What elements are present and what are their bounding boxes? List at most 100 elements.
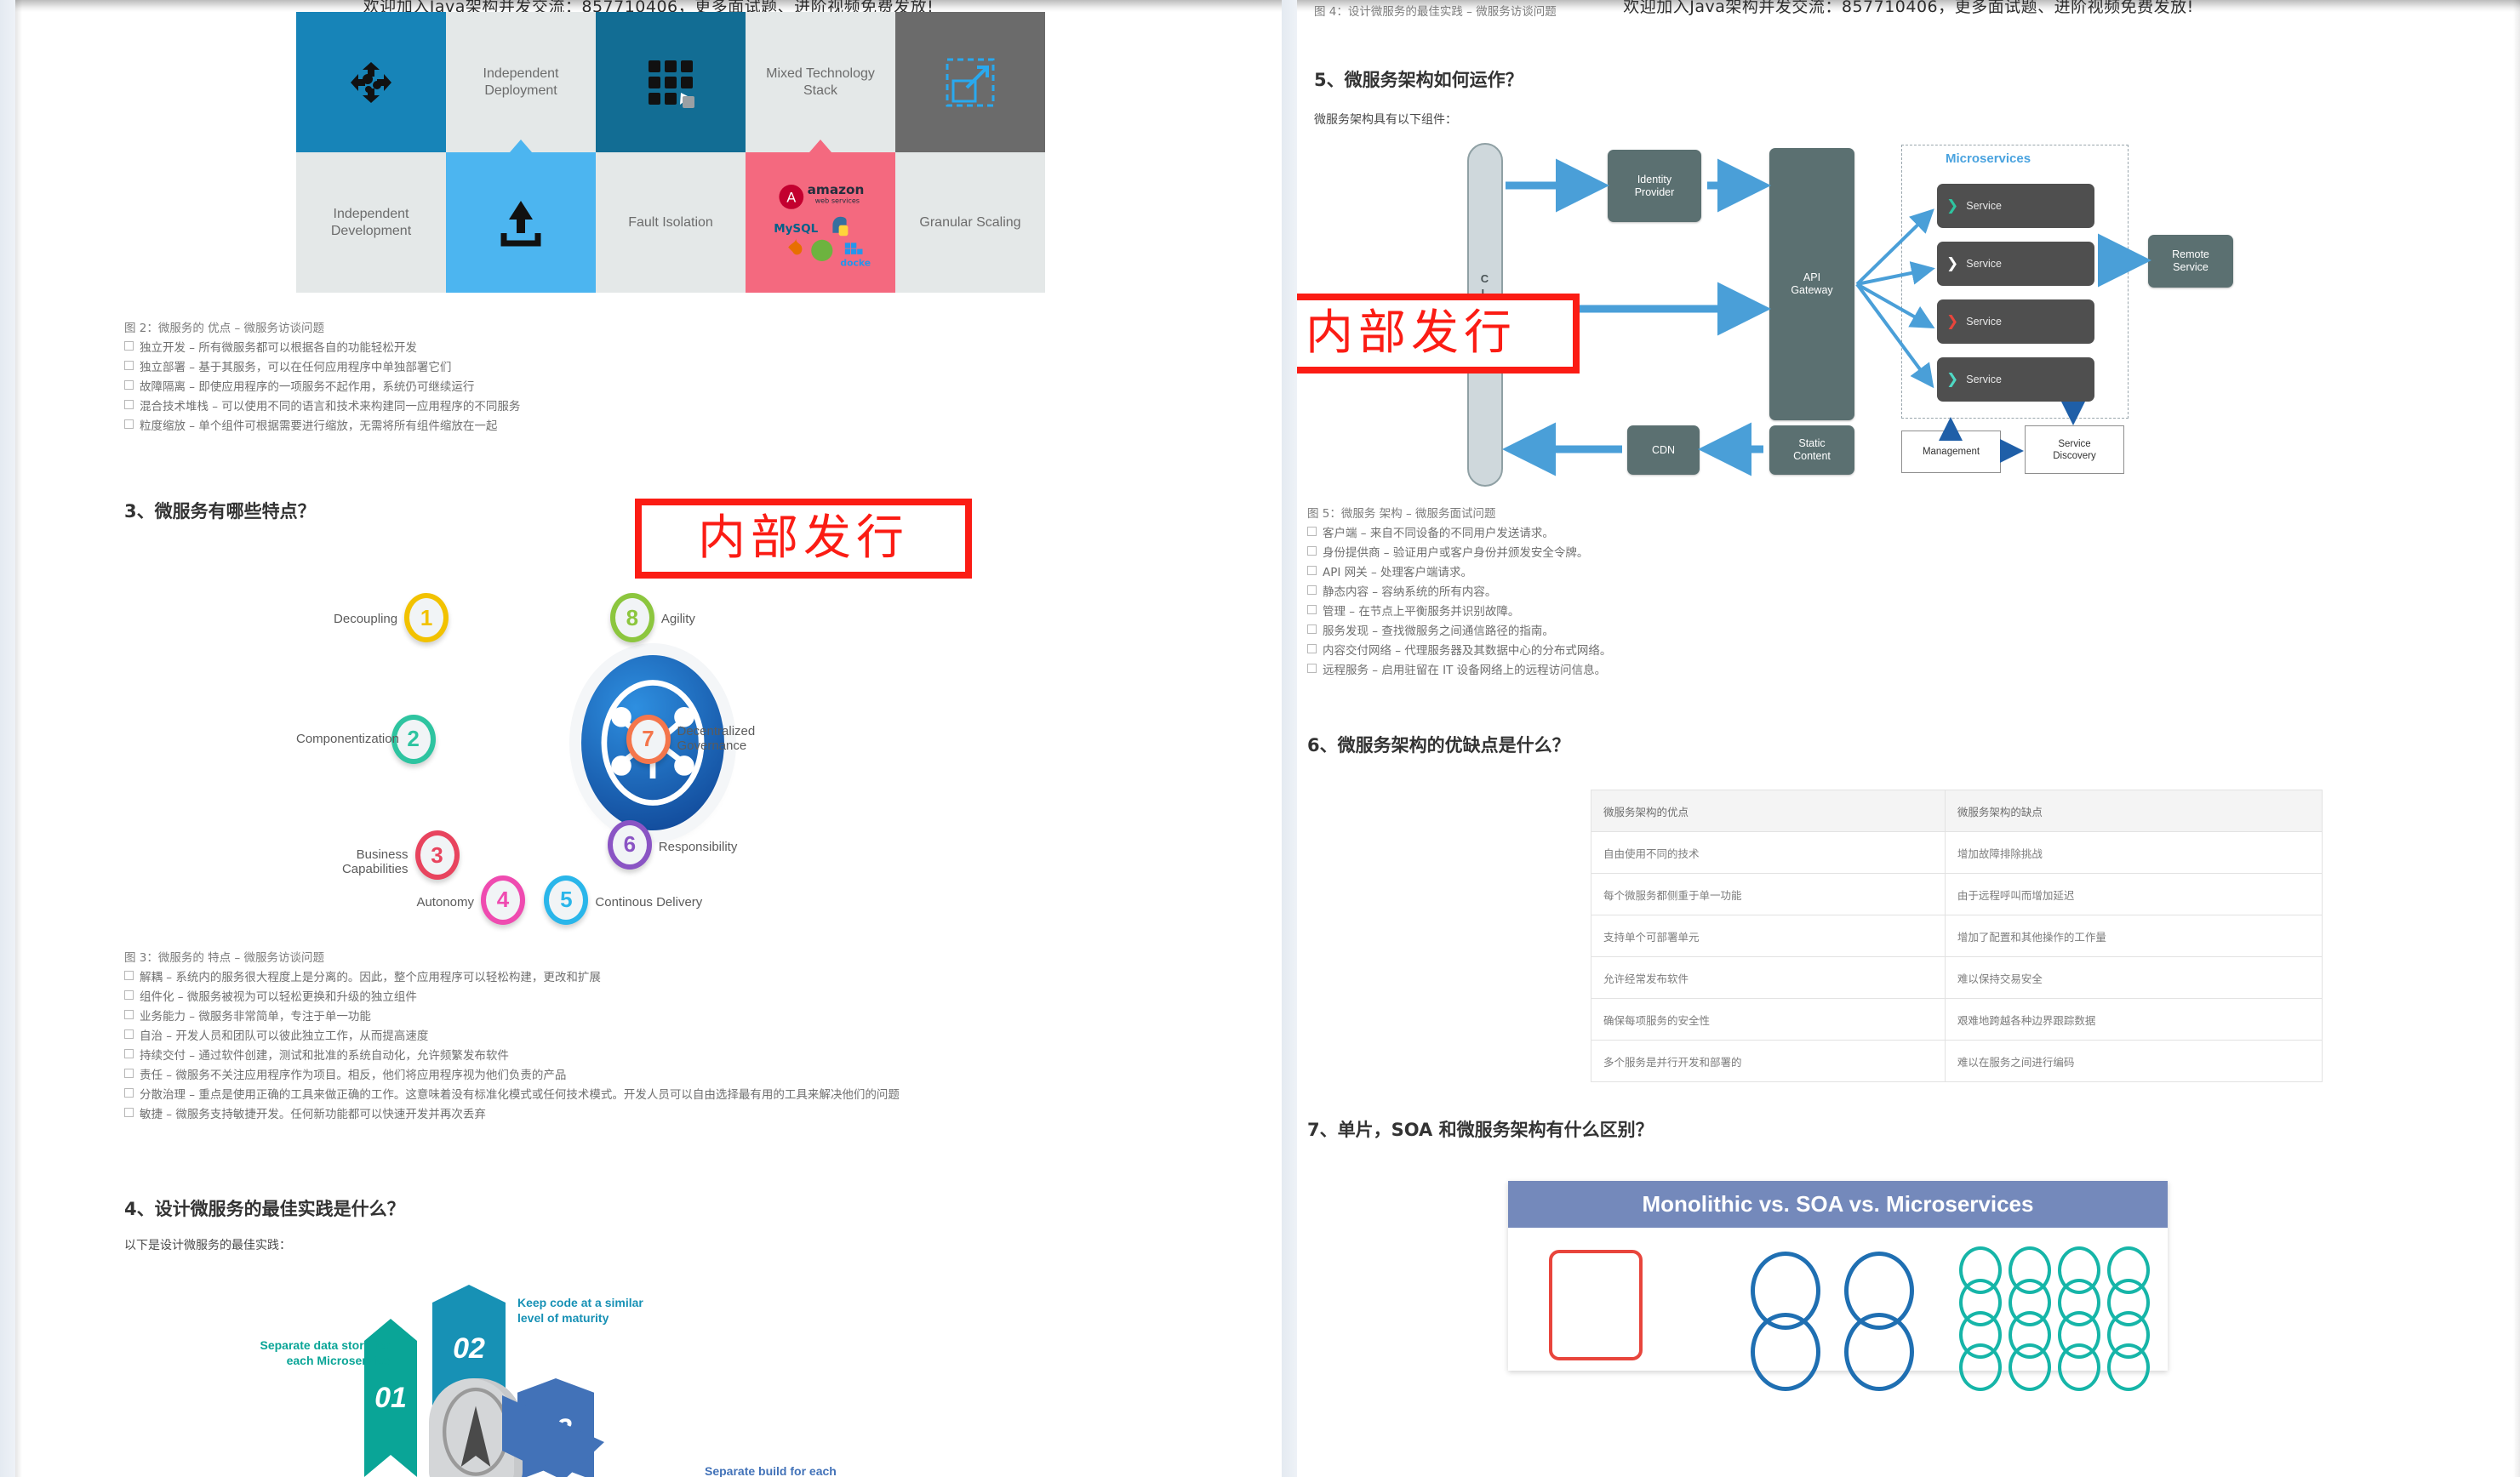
table-cell: 增加故障排除挑战 <box>1944 831 2323 874</box>
bullet-square-icon <box>124 1069 134 1078</box>
bullet-square-icon <box>1307 566 1317 575</box>
table-cell: 难以在服务之间进行编码 <box>1944 1040 2323 1082</box>
api-gateway-node: API Gateway <box>1769 148 1854 420</box>
fig5-caption-title: 图 5：微服务 架构 – 微服务面试问题 <box>1307 507 1496 521</box>
static-content-node: Static Content <box>1769 425 1854 475</box>
recycle-gears-icon <box>351 61 391 103</box>
fig2-caption-title: 图 2：微服务的 优点 – 微服务访谈问题 <box>124 322 325 335</box>
bullet-square-icon <box>124 1049 134 1058</box>
bullet-square-icon <box>124 419 134 429</box>
characteristic-label: Componentization <box>296 732 399 746</box>
question-7-heading: 7、单片，SOA 和微服务架构有什么区别？ <box>1307 1120 1654 1140</box>
bullet-square-icon <box>124 361 134 370</box>
service-discovery-node: Service Discovery <box>2025 425 2124 474</box>
static-content-node-label: Static Content <box>1793 437 1831 462</box>
bullet-square-icon <box>1307 585 1317 595</box>
table-row: 支持单个可部署单元 增加了配置和其他操作的工作量 <box>1591 915 2323 957</box>
caption-bullet-label: 持续交付 – 通过软件创建，测试和批准的系统自动化，允许频繁发布软件 <box>140 1049 509 1063</box>
characteristic-label: Agility <box>660 611 695 626</box>
caption-bullet-label: API 网关 – 处理客户端请求。 <box>1323 566 1472 579</box>
characteristic-number-badge: 7 <box>626 714 671 764</box>
caption-bullet-label: 粒度缩放 – 单个组件可根据需要进行缩放，无需将所有组件缩放在一起 <box>140 419 498 433</box>
table-cell: 支持单个可部署单元 <box>1591 915 1946 957</box>
table-cell: 艰难地跨越各种边界跟踪数据 <box>1944 998 2323 1041</box>
caption-bullet-label: 管理 – 在节点上平衡服务并识别故障。 <box>1323 605 1520 619</box>
page-left: 欢迎加入Java架构并发交流：857710406，更多面试题、进阶视频免费发放!… <box>15 0 1282 1477</box>
characteristic-number: 5 <box>560 887 573 913</box>
caption-bullet: 客户端 – 来自不同设备的不同用户发送请求。 <box>1307 524 1611 544</box>
benefit-icon-cell <box>296 12 446 165</box>
caption-bullet: 服务发现 – 查找微服务之间通信路径的指南。 <box>1307 622 1611 642</box>
table-cell: 每个微服务都侧重于单一功能 <box>1591 873 1946 915</box>
page-left-shadow <box>15 0 22 1477</box>
caption-bullet: 责任 – 微服务不关注应用程序作为项目。相反，他们将应用程序视为他们负责的产品 <box>124 1066 900 1086</box>
grid-drag-icon <box>649 60 694 108</box>
bullet-square-icon <box>124 341 134 351</box>
pros-cons-table: 微服务架构的优点 微服务架构的缺点 自由使用不同的技术 增加故障排除挑战 每个微服务都侧… <box>1591 790 2323 1082</box>
characteristic-number: 1 <box>420 604 433 630</box>
scale-arrow-icon <box>946 58 995 106</box>
characteristic-number: 2 <box>407 726 420 752</box>
soa-unit <box>1844 1313 1914 1391</box>
fig3-caption-title: 图 3：微服务的 特点 – 微服务访谈问题 <box>124 951 325 965</box>
bullet-square-icon <box>124 1108 134 1117</box>
caption-bullet-label: 身份提供商 – 验证用户或客户身份并颁发安全令牌。 <box>1323 546 1589 560</box>
caption-bullet: 解耦 – 系统内的服务很大程度上是分离的。因此，整个应用程序可以轻松构建，更改和… <box>124 968 900 988</box>
benefit-label: Independent Deployment <box>483 66 559 98</box>
microservice-unit <box>2107 1343 2150 1391</box>
table-column-header: 微服务架构的优点 <box>1591 790 1946 832</box>
client-letter: C <box>1480 272 1490 285</box>
service-node-label: Service <box>1966 374 2002 385</box>
caption-bullet-label: 组件化 – 微服务被视为可以轻松更换和升级的独立组件 <box>140 990 417 1004</box>
characteristic-number: 7 <box>642 726 654 752</box>
caption-bullet-label: 自治 – 开发人员和团队可以彼此独立工作，从而提高速度 <box>140 1029 429 1043</box>
characteristic-number: 3 <box>431 841 443 868</box>
document-viewer: 欢迎加入Java架构并发交流：857710406，更多面试题、进阶视频免费发放!… <box>0 0 2520 1477</box>
caption-bullet: 内容交付网络 – 代理服务器及其数据中心的分布式网络。 <box>1307 642 1611 661</box>
fig3-caption-block: 图 3：微服务的 特点 – 微服务访谈问题 解耦 – 系统内的服务很大程度上是分… <box>124 949 900 1125</box>
characteristic-label: Autonomy <box>416 895 474 910</box>
caption-bullet: 远程服务 – 启用驻留在 IT 设备网络上的远程访问信息。 <box>1307 661 1611 681</box>
internal-release-stamp-right: 内部发行 <box>1297 294 1580 374</box>
table-cell: 增加了配置和其他操作的工作量 <box>1944 915 2323 957</box>
best-practices-graphic: 01 Separate data store for each Microserv… <box>260 1268 1028 1477</box>
cdn-node-label: CDN <box>1651 443 1676 456</box>
bullet-square-icon <box>124 400 134 409</box>
mono-graphic-body <box>1508 1228 2168 1391</box>
page-right-shadow <box>2513 0 2520 1477</box>
table-cell: 难以保持交易安全 <box>1944 956 2323 999</box>
caption-bullet: 身份提供商 – 验证用户或客户身份并颁发安全令牌。 <box>1307 544 1611 563</box>
remote-service-node: Remote Service <box>2148 235 2233 288</box>
api-gateway-node-label: API Gateway <box>1791 271 1833 296</box>
table-cell: 自由使用不同的技术 <box>1591 831 1946 874</box>
table-row: 每个微服务都侧重于单一功能 由于远程呼叫而增加延迟 <box>1591 873 2323 915</box>
table-row: 自由使用不同的技术 增加故障排除挑战 <box>1591 831 2323 874</box>
page-right: 欢迎加入Java架构并发交流：857710406，更多面试题、进阶视频免费发放!… <box>1297 0 2520 1477</box>
remote-service-node-label: Remote Service <box>2172 248 2209 273</box>
microservice-architecture-graphic: CLIENTIdentity ProviderAPI GatewayRemote… <box>1459 134 2276 500</box>
caption-bullet-label: 故障隔离 – 即使应用程序的一项服务不起作用，系统仍可继续运行 <box>140 380 475 394</box>
caption-bullet: 持续交付 – 通过软件创建，测试和批准的系统自动化，允许频繁发布软件 <box>124 1046 900 1066</box>
caption-bullet-label: 混合技术堆栈 – 可以使用不同的语言和技术来构建同一应用程序的不同服务 <box>140 400 521 413</box>
bullet-square-icon <box>1307 624 1317 634</box>
bullet-square-icon <box>124 1088 134 1098</box>
best-practice-label: Separate build for each <box>705 1464 837 1477</box>
service-node: ❯ Service <box>1937 299 2094 344</box>
management-node: Management <box>1901 431 2001 473</box>
characteristic-number-badge: 6 <box>607 819 652 870</box>
caption-bullet: 组件化 – 微服务被视为可以轻松更换和升级的独立组件 <box>124 988 900 1007</box>
svg-text:A: A <box>786 189 796 205</box>
service-node: ❯ Service <box>1937 184 2094 228</box>
benefit-label-cell: Independent Development <box>296 152 446 293</box>
bullet-square-icon <box>124 380 134 390</box>
bullet-square-icon <box>1307 546 1317 556</box>
benefit-label: Granular Scaling <box>919 214 1021 230</box>
table-cell: 多个服务是并行开发和部署的 <box>1591 1040 1946 1082</box>
bullet-square-icon <box>1307 605 1317 614</box>
service-node: ❯ Service <box>1937 242 2094 286</box>
identity-provider-node: Identity Provider <box>1608 150 1701 222</box>
cdn-node: CDN <box>1627 425 1700 475</box>
benefit-label-cell: Granular Scaling <box>895 152 1045 293</box>
question-5-heading: 5、微服务架构如何运作？ <box>1314 70 1523 90</box>
caption-bullet-label: 独立开发 – 所有微服务都可以根据各自的功能轻松开发 <box>140 341 417 355</box>
